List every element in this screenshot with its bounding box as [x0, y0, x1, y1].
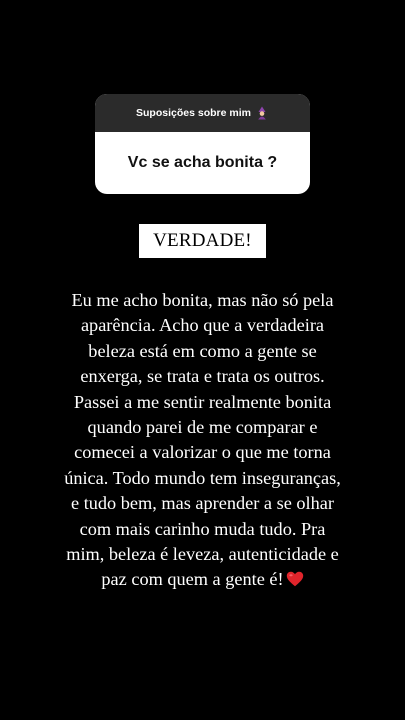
caption-text: Eu me acho bonita, mas não só pela aparê…	[20, 288, 385, 593]
verdict-badge: VERDADE!	[139, 224, 266, 258]
caption-line: aparência. Acho que a verdadeira	[80, 315, 325, 336]
question-sticker[interactable]: Suposições sobre mim Vc se acha bonita ?	[95, 94, 310, 194]
question-sticker-title: Suposições sobre mim	[136, 107, 251, 119]
caption-line: única. Todo mundo tem inseguranças,	[64, 467, 341, 488]
caption-line: Passei a me sentir realmente bonita	[73, 391, 332, 412]
caption-line-text: paz com quem a gente é!	[101, 569, 284, 590]
mage-emoji-icon	[255, 106, 269, 120]
question-text: Vc se acha bonita ?	[127, 154, 278, 171]
question-sticker-header: Suposições sobre mim	[95, 94, 310, 132]
story-canvas: Suposições sobre mim Vc se acha bonita ?…	[0, 0, 405, 720]
caption-line: beleza está em como a gente se	[88, 340, 317, 361]
caption-line: comecei a valorizar o que me torna	[74, 442, 331, 463]
caption-line: Eu me acho bonita, mas não só pela	[71, 290, 334, 310]
caption-line-last: paz com quem a gente é!	[20, 567, 385, 592]
caption-line: quando parei de me comparar e	[87, 417, 318, 438]
red-heart-icon	[286, 569, 304, 587]
caption-line: com mais carinho muda tudo. Pra	[79, 518, 326, 539]
caption-line: mim, beleza é leveza, autenticidade e	[66, 544, 339, 565]
caption-line: enxerga, se trata e trata os outros.	[80, 366, 325, 387]
caption-line: e tudo bem, mas aprender a se olhar	[71, 493, 334, 514]
